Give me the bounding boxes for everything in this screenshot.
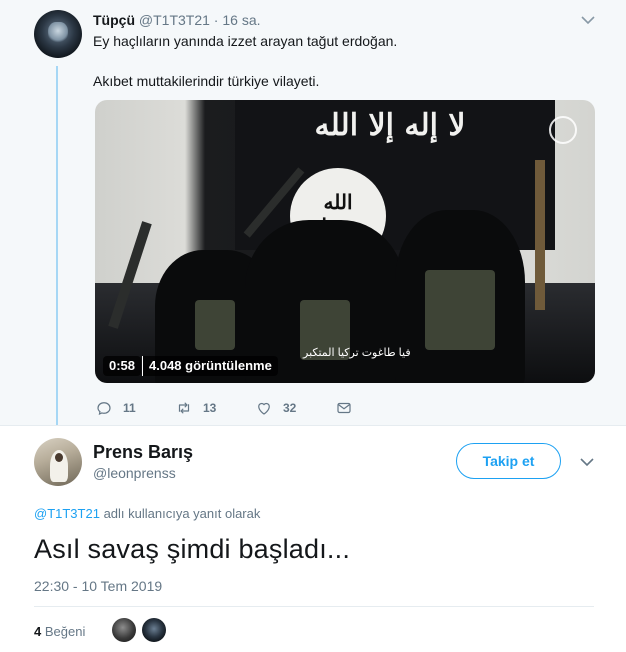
retweet-button[interactable]: 13 — [175, 398, 216, 418]
video-views: 4.048 görüntülenme — [143, 356, 278, 376]
chevron-down-icon[interactable] — [578, 10, 598, 30]
tweet-text-line-1: Ey haçlıların yanında izzet arayan tağut… — [93, 33, 398, 49]
tweet-timestamp[interactable]: 22:30 - 10 Tem 2019 — [34, 578, 162, 594]
reply-count: 11 — [123, 401, 136, 415]
author-name[interactable]: Tüpçü — [93, 12, 135, 28]
video-player[interactable]: لا إله إلا الله اللهرسول فيا طاغوت تركيا… — [95, 100, 595, 383]
author-handle[interactable]: @leonprenss — [93, 465, 176, 481]
parent-tweet[interactable]: Tüpçü @T1T3T21 · 16 sa. Ey haçlıların ya… — [0, 0, 626, 426]
divider — [34, 606, 594, 607]
rifle-right — [535, 160, 545, 310]
heart-icon — [258, 402, 270, 415]
like-button[interactable]: 32 — [255, 398, 296, 418]
liker-avatar[interactable] — [112, 618, 136, 642]
message-icon — [337, 402, 351, 414]
reply-icon — [97, 402, 111, 416]
dot-separator: · — [213, 12, 219, 28]
author-name[interactable]: Prens Barış — [93, 442, 193, 463]
vest-left — [195, 300, 235, 350]
tweet-text: Asıl savaş şimdi başladı... — [34, 534, 351, 564]
video-caption: فيا طاغوت تركيا المتكبر — [303, 347, 411, 359]
retweet-icon — [178, 402, 190, 414]
replying-to: @T1T3T21 adlı kullanıcıya yanıt olarak — [34, 506, 260, 521]
tweet-actions: 11 13 32 — [0, 398, 626, 418]
avatar-face — [55, 453, 63, 462]
channel-logo-icon — [549, 116, 577, 144]
direct-message-button[interactable] — [335, 398, 353, 418]
follow-button[interactable]: Takip et — [456, 443, 561, 479]
tweet-header: Tüpçü @T1T3T21 · 16 sa. — [93, 12, 261, 28]
like-count: 32 — [283, 401, 297, 415]
avatar[interactable] — [34, 10, 82, 58]
reply-to-text: adlı kullanıcıya yanıt olarak — [99, 506, 261, 521]
vest-right — [425, 270, 495, 350]
likes-stat[interactable]: 4 Beğeni — [34, 624, 85, 639]
tweet-time[interactable]: 16 sa. — [222, 12, 260, 28]
chevron-down-icon[interactable] — [577, 452, 597, 472]
thread-line — [56, 66, 58, 426]
tweet-text-line-2: Akıbet muttakilerindir türkiye vilayeti. — [93, 73, 320, 89]
reply-mention-link[interactable]: @T1T3T21 — [34, 506, 100, 521]
author-handle[interactable]: @T1T3T21 — [139, 12, 210, 28]
avatar[interactable] — [34, 438, 82, 486]
likes-label: Beğeni — [44, 624, 86, 639]
liker-avatar[interactable] — [142, 618, 166, 642]
video-banner-script: لا إله إلا الله — [314, 108, 466, 143]
reply-button[interactable]: 11 — [95, 398, 136, 418]
retweet-count: 13 — [203, 401, 217, 415]
divider — [0, 425, 626, 426]
liker-avatars — [112, 618, 172, 642]
likes-count: 4 — [34, 624, 42, 639]
video-duration: 0:58 — [103, 356, 142, 376]
